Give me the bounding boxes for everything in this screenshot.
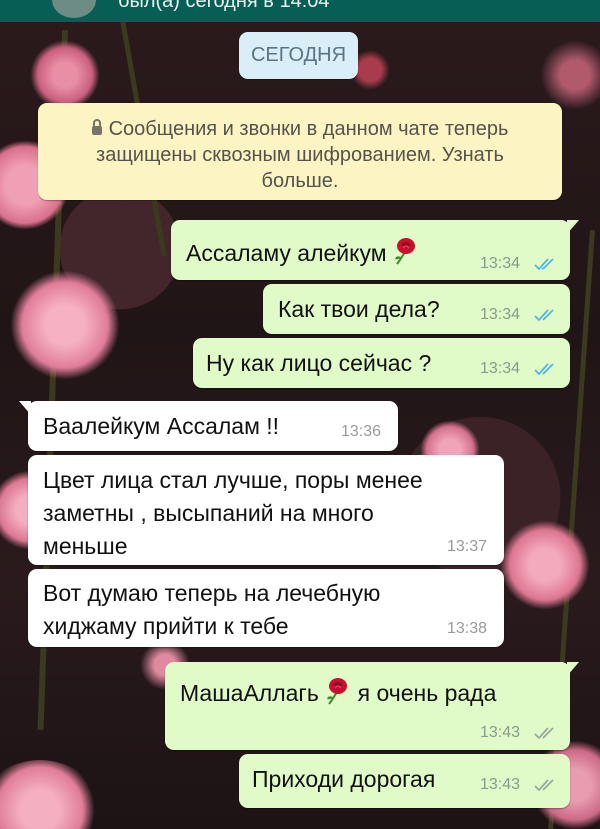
message-bubble[interactable]: МашаАллагь я очень рада 13:43 — [165, 662, 579, 750]
last-seen-status: был(а) сегодня в 14:04 — [118, 0, 330, 12]
message-time: 13:43 — [480, 724, 521, 741]
message-text-line: заметны , высыпаний на много — [43, 500, 374, 526]
blossom — [30, 40, 100, 110]
lock-icon — [91, 119, 102, 135]
notice-line-1: Сообщения и звонки в данном чате теперь — [108, 118, 509, 140]
encryption-notice[interactable]: Сообщения и звонки в данном чате теперь … — [38, 103, 562, 200]
message-time: 13:38 — [447, 620, 488, 637]
bubble-tail — [19, 401, 31, 415]
notice-line-2: защищены сквозным шифрованием. Узнать — [96, 144, 504, 166]
message-text: Ваалейкум Ассалам !! — [43, 413, 280, 439]
message-time: 13:34 — [480, 306, 521, 323]
blossom — [0, 760, 100, 829]
message-bubble[interactable]: Ассаламу алейкум 13:34 — [171, 220, 579, 280]
avatar[interactable] — [52, 0, 96, 18]
double-check-icon — [534, 725, 560, 741]
message-text: МашаАллагь — [180, 680, 319, 706]
bubble-tail — [567, 662, 579, 676]
bubble-tail — [567, 220, 579, 234]
notice-line-3: больше. — [261, 170, 339, 192]
message-bubble[interactable]: Как твои дела? 13:34 — [263, 284, 570, 334]
date-separator: СЕГОДНЯ — [239, 32, 358, 79]
blossom — [10, 270, 120, 380]
message-text-line: хиджаму прийти к тебе — [43, 613, 289, 639]
rose-icon — [393, 237, 419, 265]
message-text: я очень рада — [357, 680, 497, 706]
message-bubble[interactable]: Цвет лица стал лучше, поры менее заметны… — [28, 455, 504, 565]
message-text-line: Цвет лица стал лучше, поры менее — [43, 467, 423, 493]
double-check-icon — [534, 307, 560, 323]
double-check-icon — [534, 256, 560, 272]
chat-header[interactable]: был(а) сегодня в 14:04 — [0, 0, 600, 22]
message-time: 13:37 — [447, 538, 488, 555]
blossom — [500, 520, 590, 610]
message-bubble[interactable]: Вот думаю теперь на лечебную хиджаму при… — [28, 569, 504, 647]
message-bubble[interactable]: Ваалейкум Ассалам !! 13:36 — [19, 401, 398, 451]
message-time: 13:36 — [341, 423, 382, 440]
blossom — [540, 40, 600, 110]
message-bubble[interactable]: Приходи дорогая 13:43 — [239, 754, 570, 808]
message-text-line: меньше — [43, 533, 128, 559]
message-text: Как твои дела? — [278, 296, 440, 322]
message-text: Ну как лицо сейчас ? — [206, 350, 432, 376]
message-bubble[interactable]: Ну как лицо сейчас ? 13:34 — [193, 338, 570, 388]
double-check-icon — [534, 777, 560, 793]
message-text: Приходи дорогая — [252, 766, 436, 792]
double-check-icon — [534, 361, 560, 377]
message-time: 13:34 — [480, 255, 521, 272]
message-time: 13:34 — [480, 360, 521, 377]
message-text-line: Вот думаю теперь на лечебную — [43, 580, 381, 606]
rose-icon — [325, 677, 351, 705]
message-time: 13:43 — [480, 776, 521, 793]
message-text: Ассаламу алейкум — [186, 240, 387, 266]
